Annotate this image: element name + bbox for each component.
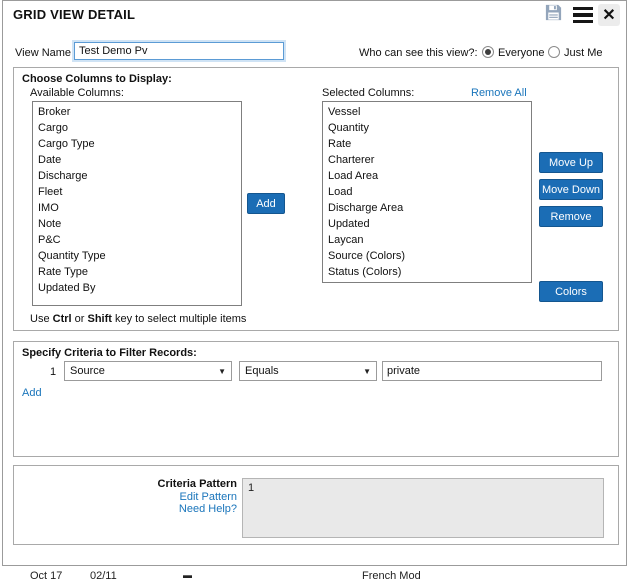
criteria-pattern-panel: Criteria Pattern Edit Pattern Need Help?…: [13, 465, 619, 545]
close-button[interactable]: ✕: [598, 4, 620, 26]
available-columns-listbox[interactable]: BrokerCargoCargo TypeDateDischargeFleetI…: [32, 101, 242, 306]
radio-justme-label: Just Me: [564, 47, 603, 59]
criteria-operator-value: Equals: [245, 365, 279, 377]
criteria-field-select[interactable]: Source ▼: [64, 361, 232, 381]
radio-everyone[interactable]: [482, 46, 494, 58]
list-item[interactable]: Discharge: [33, 168, 241, 184]
need-help-link[interactable]: Need Help?: [109, 503, 237, 515]
selected-columns-label: Selected Columns:: [322, 87, 414, 99]
hint-text: key to select multiple items: [112, 313, 247, 325]
available-columns-label: Available Columns:: [30, 87, 124, 99]
remove-all-link[interactable]: Remove All: [471, 87, 527, 99]
list-item[interactable]: Load: [323, 184, 531, 200]
grid-view-detail-dialog: GRID VIEW DETAIL ✕ View Name: Who can s: [2, 0, 627, 566]
radio-justme[interactable]: [548, 46, 560, 58]
move-up-button[interactable]: Move Up: [539, 152, 603, 173]
list-item[interactable]: Vessel: [323, 104, 531, 120]
chevron-down-icon: ▼: [363, 367, 371, 376]
chevron-down-icon: ▼: [218, 367, 226, 376]
list-item[interactable]: Date: [33, 152, 241, 168]
list-item[interactable]: Updated By: [33, 280, 241, 296]
list-item[interactable]: Discharge Area: [323, 200, 531, 216]
list-item[interactable]: Updated: [323, 216, 531, 232]
background-text: Oct 17: [30, 570, 62, 582]
visibility-label: Who can see this view?:: [359, 47, 478, 59]
background-marker-icon: ▬: [183, 570, 192, 580]
choose-columns-panel: Choose Columns to Display: Available Col…: [13, 67, 619, 331]
list-item[interactable]: IMO: [33, 200, 241, 216]
criteria-value-input[interactable]: [382, 361, 602, 381]
list-item[interactable]: Cargo: [33, 120, 241, 136]
add-criteria-link[interactable]: Add: [22, 387, 42, 399]
view-name-input[interactable]: [74, 42, 284, 60]
move-down-button[interactable]: Move Down: [539, 179, 603, 200]
colors-button[interactable]: Colors: [539, 281, 603, 302]
list-item[interactable]: Laycan: [323, 232, 531, 248]
criteria-operator-select[interactable]: Equals ▼: [239, 361, 377, 381]
selected-columns-listbox[interactable]: VesselQuantityRateChartererLoad AreaLoad…: [322, 101, 532, 283]
multi-select-hint: Use Ctrl or Shift key to select multiple…: [30, 313, 246, 325]
hint-text: or: [72, 313, 88, 325]
list-item[interactable]: Quantity: [323, 120, 531, 136]
list-item[interactable]: Broker: [33, 104, 241, 120]
criteria-row-number: 1: [50, 366, 56, 378]
list-item[interactable]: Load Area: [323, 168, 531, 184]
list-item[interactable]: Note: [33, 216, 241, 232]
save-button[interactable]: [542, 4, 564, 26]
list-item[interactable]: Cargo Type: [33, 136, 241, 152]
close-icon: ✕: [602, 5, 615, 25]
list-item[interactable]: Charterer: [323, 152, 531, 168]
list-item[interactable]: Quantity Type: [33, 248, 241, 264]
edit-pattern-link[interactable]: Edit Pattern: [109, 491, 237, 503]
list-item[interactable]: Rate: [323, 136, 531, 152]
choose-columns-heading: Choose Columns to Display:: [22, 73, 172, 85]
hamburger-icon: [573, 7, 593, 24]
save-icon: [544, 3, 563, 27]
background-text: French Mod: [362, 570, 421, 582]
list-item[interactable]: Status (Colors): [323, 264, 531, 280]
hint-text: Use: [30, 313, 53, 325]
view-name-label: View Name:: [15, 47, 74, 59]
list-item[interactable]: Fleet: [33, 184, 241, 200]
hint-ctrl: Ctrl: [53, 313, 72, 325]
screen: GRID VIEW DETAIL ✕ View Name: Who can s: [0, 0, 630, 584]
dialog-title: GRID VIEW DETAIL: [13, 7, 135, 22]
radio-everyone-label: Everyone: [498, 47, 544, 59]
filter-criteria-heading: Specify Criteria to Filter Records:: [22, 347, 197, 359]
menu-button[interactable]: [572, 4, 594, 26]
list-item[interactable]: Source (Colors): [323, 248, 531, 264]
hint-shift: Shift: [87, 313, 111, 325]
add-columns-button[interactable]: Add: [247, 193, 285, 214]
filter-criteria-panel: Specify Criteria to Filter Records: 1 So…: [13, 341, 619, 457]
list-item[interactable]: P&C: [33, 232, 241, 248]
background-text: 02/11: [90, 570, 117, 582]
criteria-pattern-label: Criteria Pattern: [109, 478, 237, 490]
remove-button[interactable]: Remove: [539, 206, 603, 227]
list-item[interactable]: Rate Type: [33, 264, 241, 280]
criteria-field-value: Source: [70, 365, 105, 377]
criteria-pattern-box[interactable]: 1: [242, 478, 604, 538]
